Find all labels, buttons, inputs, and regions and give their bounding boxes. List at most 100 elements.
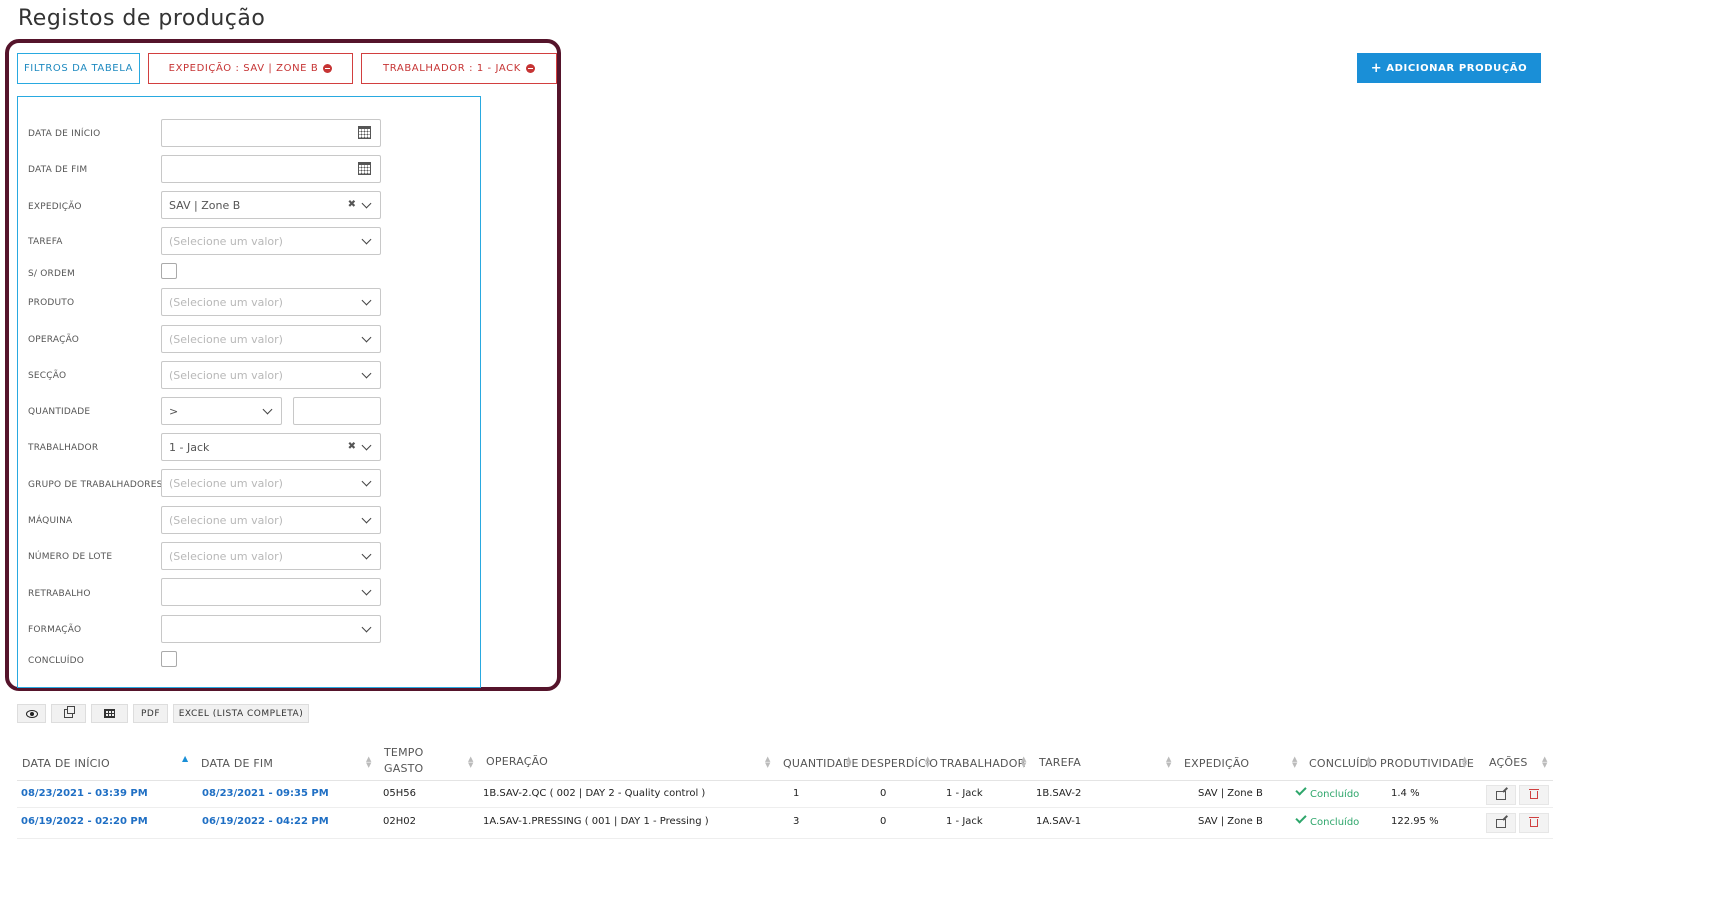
remove-circle-icon[interactable] xyxy=(525,64,535,73)
row1-edit-button[interactable] xyxy=(1486,785,1516,805)
th-productivity[interactable]: PRODUTIVIDADE xyxy=(1380,757,1474,770)
end-date-input[interactable] xyxy=(161,155,381,183)
chevron-down-icon xyxy=(361,585,372,596)
sort-icon[interactable]: ▲ ▼ xyxy=(1542,756,1547,769)
sort-icon[interactable]: ▲ ▼ xyxy=(1166,756,1171,769)
lot-number-placeholder: (Selecione um valor) xyxy=(169,549,283,563)
sort-icon[interactable]: ▲ ▼ xyxy=(1292,756,1297,769)
th-expedition[interactable]: EXPEDIÇÃO xyxy=(1184,757,1249,770)
no-order-checkbox[interactable] xyxy=(161,263,177,279)
completed-label: CONCLUÍDO xyxy=(28,656,85,666)
sort-icon[interactable]: ▲ ▼ xyxy=(1021,756,1026,769)
column-visibility-button[interactable] xyxy=(17,704,46,723)
expedition-filter-label: EXPEDIÇÃO : SAV | ZONE B xyxy=(168,63,319,74)
row1-worker: 1 - Jack xyxy=(946,788,983,799)
operation-placeholder: (Selecione um valor) xyxy=(169,332,283,346)
sort-icon[interactable]: ▲ ▼ xyxy=(1462,756,1467,769)
rework-select[interactable] xyxy=(161,578,381,606)
chevron-down-icon xyxy=(361,513,372,524)
lot-number-select[interactable]: (Selecione um valor) xyxy=(161,542,381,570)
rework-label: RETRABALHO xyxy=(28,589,91,599)
worker-filter-chip[interactable]: TRABALHADOR : 1 - JACK xyxy=(361,53,557,84)
row1-expedition: SAV | Zone B xyxy=(1198,788,1263,799)
row1-start-date-link[interactable]: 08/23/2021 - 03:39 PM xyxy=(21,788,148,799)
training-select[interactable] xyxy=(161,615,381,643)
th-time-spent-line2[interactable]: GASTO xyxy=(384,762,423,775)
operation-select[interactable]: (Selecione um valor) xyxy=(161,325,381,353)
row2-start-date-link[interactable]: 06/19/2022 - 02:20 PM xyxy=(21,816,148,827)
product-select[interactable]: (Selecione um valor) xyxy=(161,288,381,316)
quantity-value-input[interactable] xyxy=(293,397,381,425)
row1-end-date-link[interactable]: 08/23/2021 - 09:35 PM xyxy=(202,788,329,799)
product-placeholder: (Selecione um valor) xyxy=(169,295,283,309)
section-select[interactable]: (Selecione um valor) xyxy=(161,361,381,389)
clear-icon[interactable]: ✖ xyxy=(348,441,356,452)
add-production-button[interactable]: + ADICIONAR PRODUÇÃO xyxy=(1357,53,1541,83)
row2-edit-button[interactable] xyxy=(1486,813,1516,833)
clear-icon[interactable]: ✖ xyxy=(348,199,356,210)
sort-icon[interactable]: ▲ ▼ xyxy=(468,756,473,769)
th-start-date[interactable]: DATA DE INÍCIO xyxy=(22,757,110,770)
copy-icon xyxy=(64,706,75,718)
sort-icon[interactable]: ▲ ▼ xyxy=(846,756,851,769)
end-date-label: DATA DE FIM xyxy=(28,165,88,175)
worker-group-select[interactable]: (Selecione um valor) xyxy=(161,469,381,497)
remove-circle-icon[interactable] xyxy=(323,64,333,73)
row1-productivity: 1.4 % xyxy=(1391,788,1420,799)
sort-icon[interactable]: ▲ ▼ xyxy=(765,756,770,769)
calendar-icon[interactable] xyxy=(358,162,371,175)
product-label: PRODUTO xyxy=(28,298,75,308)
th-operation[interactable]: OPERAÇÃO xyxy=(486,755,548,768)
csv-button[interactable] xyxy=(91,704,128,723)
task-label: TAREFA xyxy=(28,237,63,247)
chevron-down-icon xyxy=(361,295,372,306)
row1-task: 1B.SAV-2 xyxy=(1036,788,1082,799)
expedition-filter-chip[interactable]: EXPEDIÇÃO : SAV | ZONE B xyxy=(148,53,353,84)
machine-label: MÁQUINA xyxy=(28,516,73,526)
row2-end-date-link[interactable]: 06/19/2022 - 04:22 PM xyxy=(202,816,329,827)
task-select[interactable]: (Selecione um valor) xyxy=(161,227,381,255)
machine-select[interactable]: (Selecione um valor) xyxy=(161,506,381,534)
pdf-button[interactable]: PDF xyxy=(133,704,168,723)
lot-number-label: NÚMERO DE LOTE xyxy=(28,552,113,562)
sort-icon[interactable]: ▲ ▼ xyxy=(1366,756,1371,769)
chevron-down-icon xyxy=(361,440,372,451)
row2-productivity: 122.95 % xyxy=(1391,816,1439,827)
worker-label: TRABALHADOR xyxy=(28,443,99,453)
worker-filter-label: TRABALHADOR : 1 - JACK xyxy=(383,63,521,74)
th-task[interactable]: TAREFA xyxy=(1039,756,1081,769)
worker-group-placeholder: (Selecione um valor) xyxy=(169,476,283,490)
check-icon xyxy=(1295,812,1307,824)
copy-button[interactable] xyxy=(51,704,86,723)
training-label: FORMAÇÃO xyxy=(28,625,82,635)
worker-select[interactable]: 1 - Jack ✖ xyxy=(161,433,381,461)
plus-icon: + xyxy=(1370,60,1383,76)
sort-asc-icon[interactable]: ▲ xyxy=(182,755,188,763)
th-actions: AÇÕES xyxy=(1489,756,1528,769)
completed-checkbox[interactable] xyxy=(161,651,177,667)
row1-completed-text: Concluído xyxy=(1310,789,1360,800)
excel-button[interactable]: EXCEL (LISTA COMPLETA) xyxy=(173,704,309,723)
expedition-label: EXPEDIÇÃO xyxy=(28,202,82,212)
row2-delete-button[interactable] xyxy=(1519,813,1549,833)
row2-completed-text: Concluído xyxy=(1310,817,1360,828)
pdf-label: PDF xyxy=(140,708,161,719)
worker-group-label: GRUPO DE TRABALHADORES xyxy=(28,480,163,490)
row2-expedition: SAV | Zone B xyxy=(1198,816,1263,827)
sort-icon[interactable]: ▲ ▼ xyxy=(925,756,930,769)
sort-icon[interactable]: ▲ ▼ xyxy=(366,756,371,769)
table-filters-button[interactable]: FILTROS DA TABELA xyxy=(17,53,140,84)
expedition-select[interactable]: SAV | Zone B ✖ xyxy=(161,191,381,219)
th-end-date[interactable]: DATA DE FIM xyxy=(201,757,273,770)
eye-icon xyxy=(25,709,38,718)
row2-operation: 1A.SAV-1.PRESSING ( 001 | DAY 1 - Pressi… xyxy=(483,816,709,827)
start-date-label: DATA DE INÍCIO xyxy=(28,129,101,139)
chevron-down-icon xyxy=(361,622,372,633)
th-time-spent-line1[interactable]: TEMPO xyxy=(384,746,423,759)
th-worker[interactable]: TRABALHADOR xyxy=(940,757,1025,770)
row1-delete-button[interactable] xyxy=(1519,785,1549,805)
section-label: SECÇÃO xyxy=(28,371,67,381)
quantity-operator-select[interactable]: > xyxy=(161,397,282,425)
start-date-input[interactable] xyxy=(161,119,381,147)
calendar-icon[interactable] xyxy=(358,126,371,139)
